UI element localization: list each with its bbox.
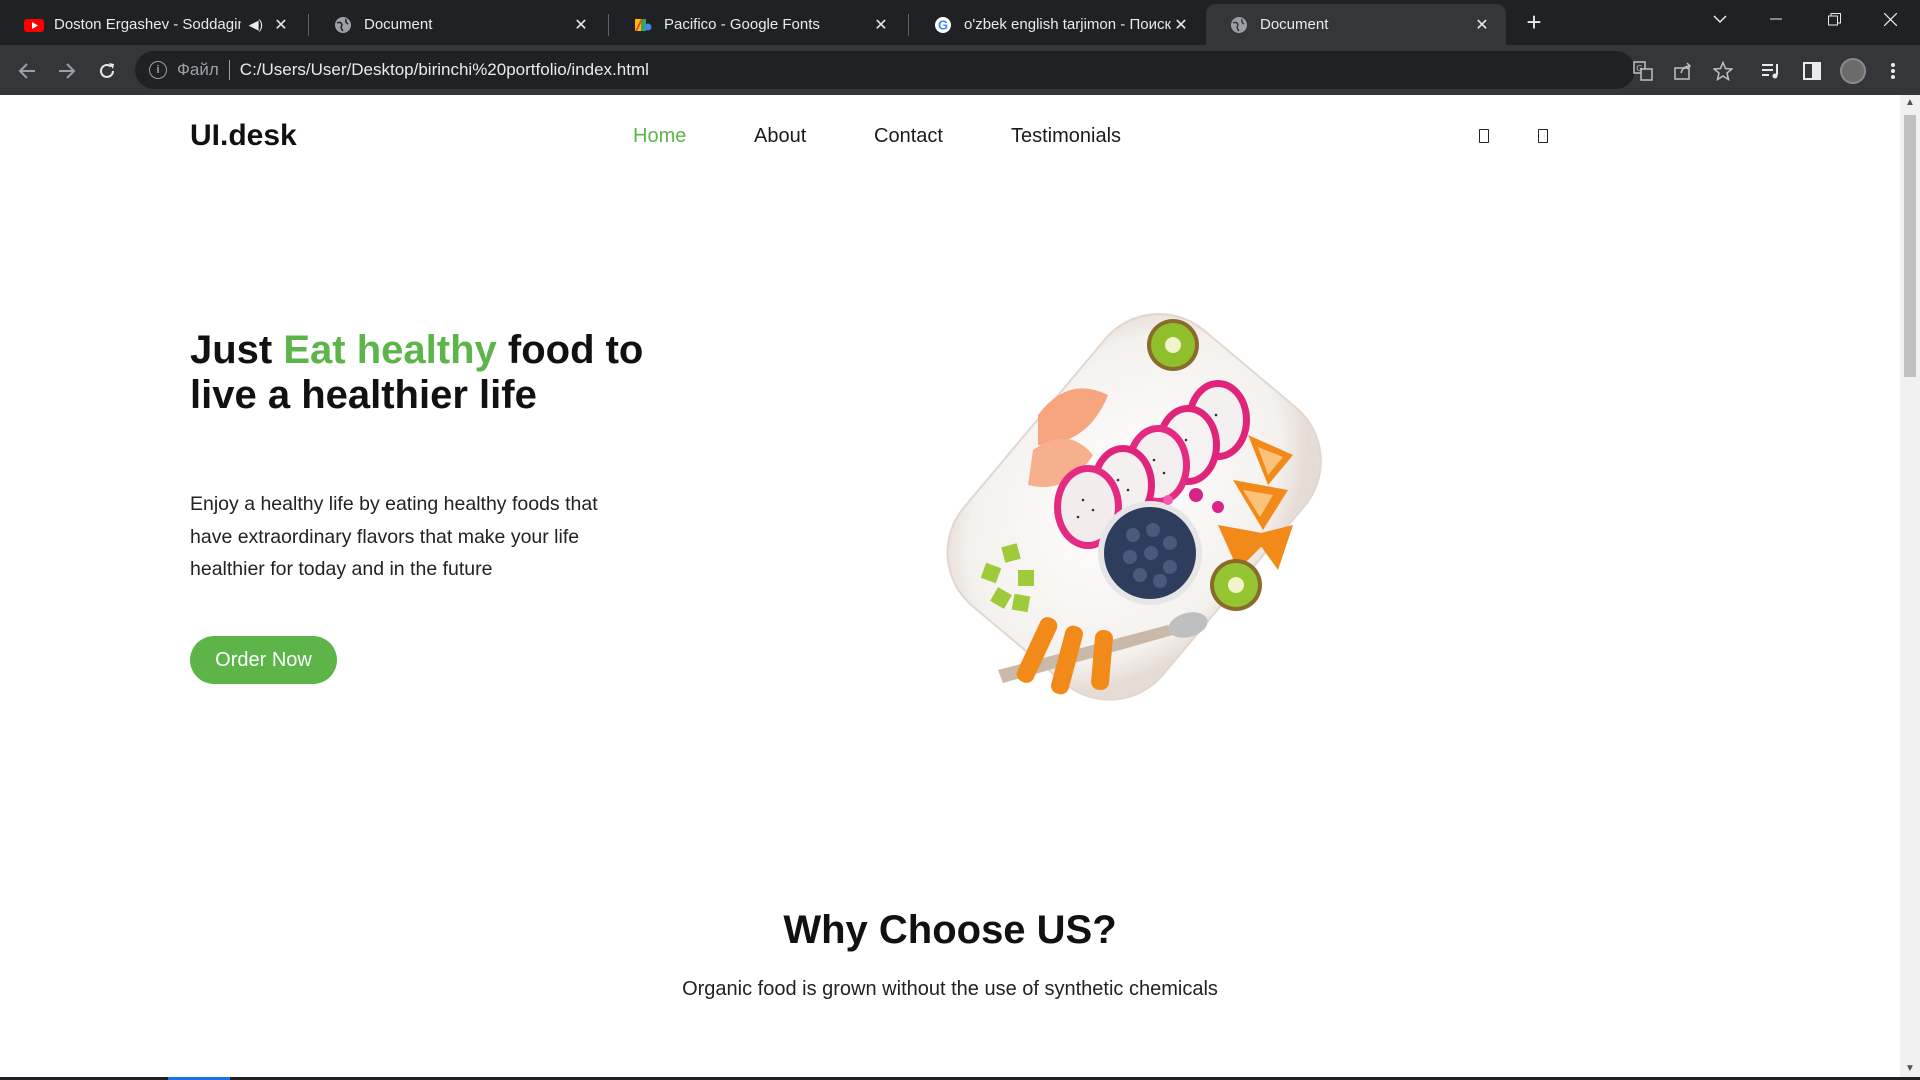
share-icon[interactable] (1670, 58, 1696, 84)
speaker-icon[interactable]: ◀) (249, 17, 263, 33)
order-now-button[interactable]: Order Now (190, 636, 337, 684)
address-url[interactable]: C:/Users/User/Desktop/birinchi%20portfol… (240, 60, 649, 80)
tab-google-search[interactable]: G o'zbek english tarjimon - Поиск в ✕ (910, 4, 1205, 45)
close-tab-icon[interactable]: ✕ (1171, 15, 1191, 35)
restore-button[interactable] (1806, 0, 1862, 38)
browser-toolbar: i Файл C:/Users/User/Desktop/birinchi%20… (0, 45, 1920, 95)
tab-title: Doston Ergashev - Soddagin (54, 16, 241, 33)
google-icon: G (934, 16, 952, 34)
nav-testimonials[interactable]: Testimonials (1011, 125, 1121, 148)
address-scheme: Файл (177, 60, 219, 79)
nav-contact[interactable]: Contact (874, 125, 943, 148)
hero-title-accent: Eat healthy (283, 328, 497, 372)
tab-pacifico[interactable]: Pacifico - Google Fonts ✕ (610, 4, 905, 45)
scroll-down-arrow-icon[interactable]: ▼ (1900, 1061, 1920, 1077)
tab-separator (608, 14, 609, 36)
tab-title: Document (1260, 16, 1329, 33)
new-tab-button[interactable]: + (1520, 8, 1548, 36)
globe-icon (334, 16, 352, 34)
why-choose-us-title: Why Choose US? (783, 908, 1117, 952)
minimize-button[interactable] (1748, 0, 1804, 38)
site-header: UI.desk Home About Contact Testimonials (0, 95, 1900, 180)
close-tab-icon[interactable]: ✕ (871, 15, 891, 35)
page-scrollbar[interactable]: ▲ ▼ (1900, 95, 1920, 1077)
tab-title: Pacifico - Google Fonts (664, 16, 820, 33)
tab-title: o'zbek english tarjimon - Поиск в (964, 16, 1171, 33)
tab-separator (308, 14, 309, 36)
user-icon[interactable] (1538, 129, 1548, 143)
svg-text:G: G (1636, 64, 1642, 73)
forward-button[interactable] (51, 55, 83, 87)
scrollbar-thumb[interactable] (1904, 115, 1916, 377)
side-panel-icon[interactable] (1799, 58, 1825, 84)
tab-title: Document (364, 16, 433, 33)
page-viewport: UI.desk Home About Contact Testimonials … (0, 95, 1900, 1077)
info-icon[interactable]: i (149, 61, 167, 79)
hero-title-part1: Just (190, 328, 284, 372)
fruit-platter-image (918, 285, 1358, 735)
scroll-up-arrow-icon[interactable]: ▲ (1900, 95, 1920, 111)
tab-separator (908, 14, 909, 36)
svg-text:G: G (938, 17, 948, 32)
address-separator (228, 60, 230, 80)
tab-strip: Doston Ergashev - Soddagin ◀) ✕ Document… (0, 0, 1920, 45)
nav-home[interactable]: Home (633, 125, 686, 148)
media-controls-icon[interactable] (1758, 58, 1784, 84)
close-tab-icon[interactable]: ✕ (571, 15, 591, 35)
close-tab-icon[interactable]: ✕ (1472, 15, 1492, 35)
tab-search-chevron-icon[interactable] (1692, 0, 1748, 38)
profile-avatar[interactable] (1840, 58, 1866, 84)
translate-icon[interactable]: G (1630, 58, 1656, 84)
tab-document-1[interactable]: Document ✕ (310, 4, 605, 45)
close-window-button[interactable] (1862, 0, 1918, 38)
tab-youtube[interactable]: Doston Ergashev - Soddagin ◀) ✕ (0, 4, 305, 45)
hero-title: Just Eat healthy food to live a healthie… (190, 328, 650, 418)
bookmark-star-icon[interactable] (1710, 58, 1736, 84)
site-logo[interactable]: UI.desk (190, 119, 297, 153)
menu-icon[interactable] (1880, 58, 1906, 84)
tab-document-active[interactable]: Document ✕ (1206, 4, 1506, 45)
google-fonts-icon (634, 16, 652, 34)
address-bar[interactable]: i Файл C:/Users/User/Desktop/birinchi%20… (135, 51, 1635, 89)
close-tab-icon[interactable]: ✕ (271, 15, 291, 35)
back-button[interactable] (11, 55, 43, 87)
why-choose-us-subtitle: Organic food is grown without the use of… (682, 978, 1218, 1000)
cart-icon[interactable] (1479, 129, 1489, 143)
youtube-icon (24, 16, 44, 34)
hero-description: Enjoy a healthy life by eating healthy f… (190, 493, 598, 580)
nav-about[interactable]: About (754, 125, 806, 148)
globe-icon (1230, 16, 1248, 34)
reload-button[interactable] (91, 55, 123, 87)
